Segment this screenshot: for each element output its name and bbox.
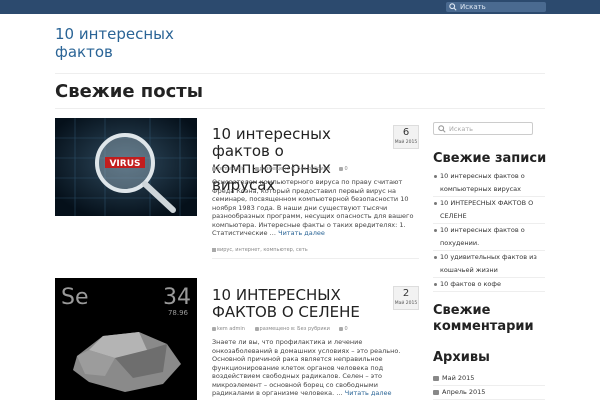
archive-item-label: Май 2015 — [442, 374, 475, 382]
thumbnail-mass: 78.96 — [168, 309, 189, 317]
post-thumbnail-virus[interactable]: VIRUS — [55, 118, 197, 216]
sidebar-search-input[interactable]: Искать — [433, 122, 533, 135]
header-search-input[interactable]: Искать — [446, 2, 546, 12]
post-date-month: Май 2015 — [394, 301, 418, 306]
recent-post-item[interactable]: 10 фактов о кофе — [433, 278, 545, 292]
sidebar-search-placeholder: Искать — [449, 125, 473, 133]
user-icon — [212, 166, 216, 171]
recent-posts-title: Свежие записи — [433, 151, 547, 166]
folder-icon — [433, 390, 439, 395]
post-meta: kem admin размещено в: Без рубрики 0 — [212, 326, 348, 333]
recent-post-item[interactable]: 10 интересных фактов о похудении. — [433, 224, 545, 251]
site-title[interactable]: 10 интересных фактов — [55, 25, 205, 61]
comment-icon — [339, 326, 344, 331]
folder-icon — [254, 326, 259, 331]
post-excerpt: Основателем компьютерного вируса по прав… — [212, 178, 419, 238]
post-date-badge: 6 Май 2015 — [393, 125, 419, 149]
top-bar: Искать — [0, 0, 600, 14]
archives-list: Май 2015 Апрель 2015 — [433, 372, 545, 400]
read-more-link[interactable]: Читать далее — [278, 229, 325, 237]
archive-item-label: Апрель 2015 — [442, 388, 486, 396]
post-title[interactable]: 10 ИНТЕРЕСНЫХ ФАКТОВ О СЕЛЕНЕ — [212, 287, 392, 321]
tag-icon — [212, 247, 216, 252]
read-more-link[interactable]: Читать далее — [345, 389, 392, 397]
search-icon — [449, 3, 457, 11]
thumbnail-symbol: Se — [61, 285, 89, 310]
user-icon — [212, 326, 216, 331]
post-meta: kem admin размещено в: Без рубрики 0 — [212, 166, 348, 173]
archive-item[interactable]: Апрель 2015 — [433, 386, 545, 400]
divider — [55, 108, 545, 109]
folder-icon — [254, 166, 259, 171]
comment-icon — [339, 166, 344, 171]
recent-post-item[interactable]: 10 удивительных фактов из кошачьей жизни — [433, 251, 545, 278]
post-comments-link[interactable]: 0 — [344, 326, 347, 332]
recent-post-item[interactable]: 10 ИНТЕРЕСНЫХ ФАКТОВ О СЕЛЕНЕ — [433, 197, 545, 224]
header-search-placeholder: Искать — [460, 3, 486, 11]
post-excerpt: Знаете ли вы, что профилактика и лечение… — [212, 338, 419, 398]
thumbnail-number: 34 — [163, 285, 191, 310]
post-category-link[interactable]: размещено в: Без рубрики — [260, 166, 330, 172]
post-tags-text[interactable]: вирус, интернет, компьютер, сеть — [217, 247, 308, 253]
recent-comments-title: Свежие комментарии — [433, 303, 534, 334]
archive-item[interactable]: Май 2015 — [433, 372, 545, 386]
folder-icon — [433, 376, 439, 381]
divider — [212, 258, 419, 259]
search-icon — [438, 125, 446, 133]
post-author-link[interactable]: kem admin — [217, 326, 245, 332]
recent-posts-list: 10 интересных фактов о компьютерных виру… — [433, 170, 545, 292]
post-thumbnail-selenium[interactable]: Se 34 78.96 — [55, 278, 197, 400]
post-tags: вирус, интернет, компьютер, сеть — [212, 247, 308, 254]
post-date-day: 6 — [402, 127, 410, 138]
post-date-day: 2 — [402, 288, 410, 299]
post-date-month: Май 2015 — [394, 140, 418, 145]
page-title: Свежие посты — [55, 81, 203, 102]
thumbnail-text: VIRUS — [109, 159, 140, 169]
archives-title: Архивы — [433, 350, 490, 365]
post-category-link[interactable]: размещено в: Без рубрики — [260, 326, 330, 332]
post-date-badge: 2 Май 2015 — [393, 286, 419, 310]
divider — [55, 73, 545, 74]
post-comments-link[interactable]: 0 — [344, 166, 347, 172]
recent-post-item[interactable]: 10 интересных фактов о компьютерных виру… — [433, 170, 545, 197]
post-author-link[interactable]: kem admin — [217, 166, 245, 172]
